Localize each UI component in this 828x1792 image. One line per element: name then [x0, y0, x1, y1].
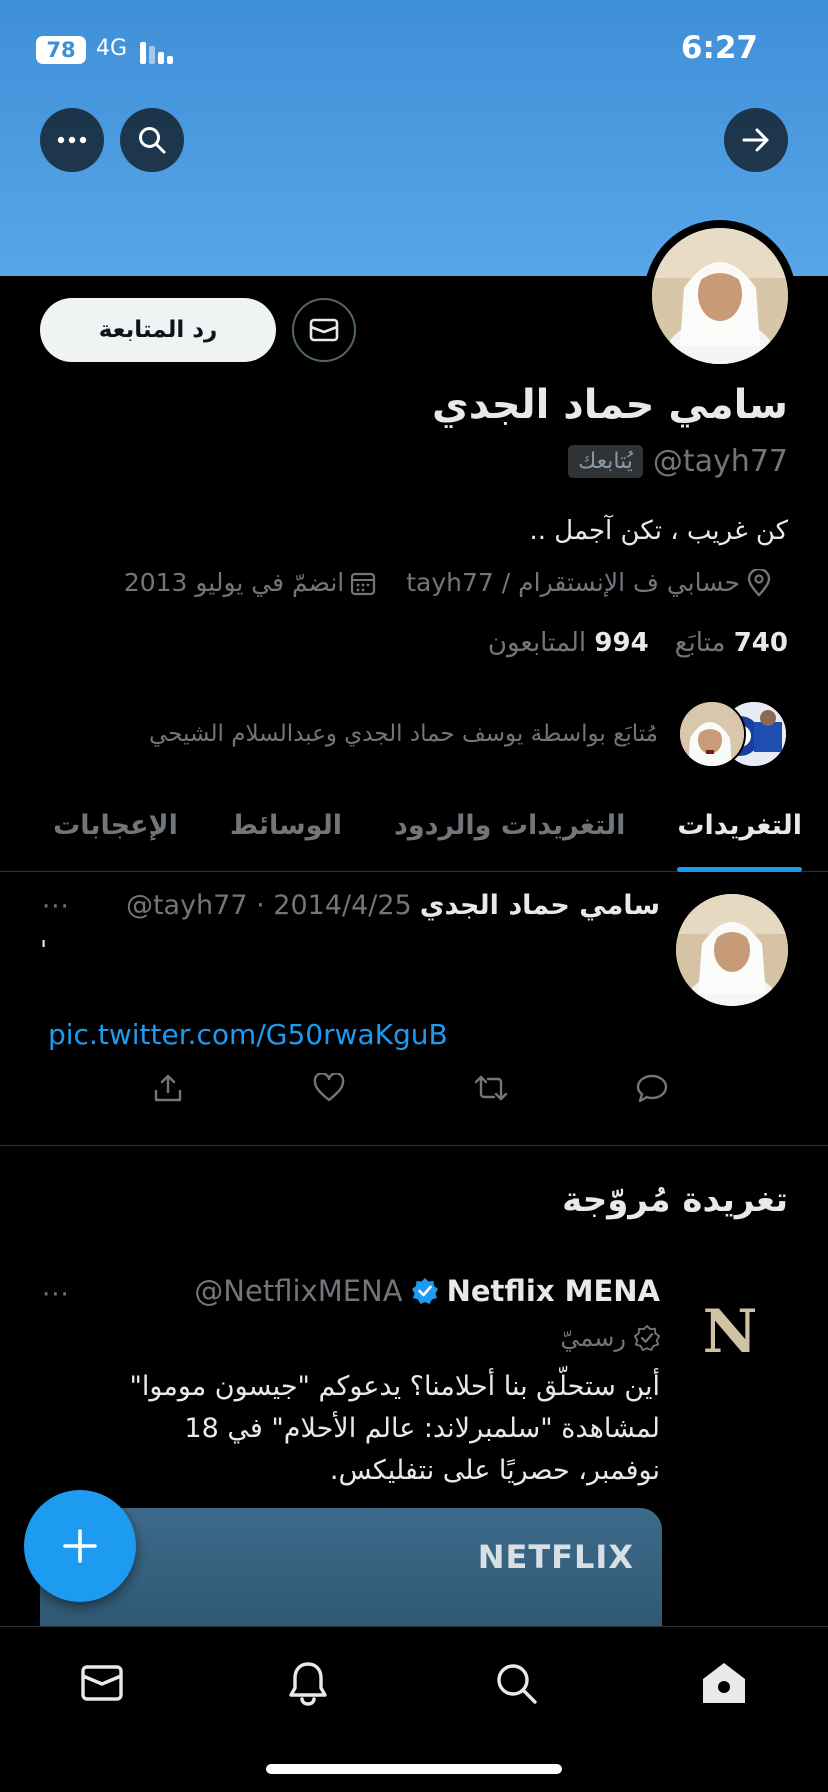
official-label: رسميّ	[560, 1324, 660, 1352]
tweet-actions	[150, 1070, 670, 1106]
envelope-icon	[81, 1665, 123, 1701]
more-options-button[interactable]	[40, 108, 104, 172]
official-badge-icon	[634, 1325, 660, 1351]
home-indicator	[266, 1764, 562, 1774]
tab-tweets[interactable]: التغريدات	[651, 780, 828, 872]
bell-icon	[289, 1662, 327, 1706]
nav-messages[interactable]	[76, 1657, 128, 1709]
profile-handle: @tayh77	[652, 444, 788, 479]
profile-name: سامي حماد الجدي	[432, 382, 788, 428]
promoted-text: أين ستحلّق بنا أحلامنا؟ يدعوكم "جيسون مو…	[129, 1371, 660, 1486]
retweet-button[interactable]	[473, 1070, 509, 1106]
promoted-section-title: تغريدة مُروّجة	[562, 1180, 788, 1220]
like-button[interactable]	[311, 1070, 347, 1106]
arrow-right-icon	[742, 128, 769, 152]
follows-you-badge: يُتابعك	[568, 445, 643, 478]
status-bar: 78 4G 6:27	[0, 0, 828, 100]
avatar	[678, 700, 746, 768]
tweet-avatar[interactable]	[676, 894, 788, 1006]
tweet-header: سامي حماد الجدي @tayh77 · 2014/4/25	[126, 890, 660, 921]
promoted-media-card[interactable]: NETFLIX	[40, 1508, 662, 1628]
envelope-icon	[309, 318, 339, 342]
more-icon	[57, 136, 87, 144]
promoted-author[interactable]: Netflix MENA	[447, 1274, 660, 1308]
followed-by-row[interactable]: مُتابَع بواسطة يوسف حماد الجدي وعبدالسلا…	[149, 700, 788, 768]
handle-row: يُتابعك @tayh77	[568, 444, 788, 479]
location-item: حسابي ف الإنستقرام / tayh77	[406, 568, 772, 597]
promoted-more-button[interactable]: ···	[42, 1280, 70, 1310]
avatar	[652, 228, 788, 364]
profile-avatar[interactable]	[644, 220, 796, 372]
official-text: رسميّ	[560, 1324, 626, 1352]
battery-indicator: 78	[36, 36, 86, 64]
tweet-meta: @tayh77 · 2014/4/25	[125, 890, 412, 921]
followed-by-avatars	[676, 700, 788, 768]
back-button[interactable]	[724, 108, 788, 172]
message-button[interactable]	[292, 298, 356, 362]
follow-stats: 740 متابَع 994 المتابعون	[488, 628, 788, 658]
followers-count: 994	[594, 628, 649, 658]
network-type: 4G	[96, 36, 128, 61]
promoted-header: Netflix MENA @NetflixMENA	[194, 1274, 660, 1308]
search-button[interactable]	[120, 108, 184, 172]
tab-tweets-and-replies[interactable]: التغريدات والردود	[368, 780, 651, 872]
tab-likes[interactable]: الإعجابات	[27, 780, 204, 872]
location-pin-icon	[747, 568, 771, 597]
verified-badge-icon	[411, 1278, 438, 1304]
following-label: متابَع	[674, 628, 726, 658]
following-stat[interactable]: 740 متابَع	[675, 628, 788, 658]
netflix-logo[interactable]: N	[700, 1300, 760, 1364]
tweet-author[interactable]: سامي حماد الجدي	[420, 890, 660, 921]
reply-icon	[636, 1074, 668, 1103]
followers-stat[interactable]: 994 المتابعون	[488, 628, 649, 658]
heart-icon	[313, 1073, 345, 1102]
search-icon	[139, 127, 166, 154]
search-icon	[497, 1664, 537, 1704]
promoted-handle: @NetflixMENA	[194, 1274, 403, 1308]
clock: 6:27	[680, 30, 758, 66]
tweet-link[interactable]: pic.twitter.com/G50rwaKguB	[48, 1018, 448, 1051]
calendar-icon	[351, 572, 376, 595]
profile-bio: كن غريب ، تكن آجمل ..	[529, 516, 788, 546]
tab-media[interactable]: الوسائط	[204, 780, 368, 872]
signal-icon	[140, 40, 178, 64]
card-brand-logo: NETFLIX	[477, 1538, 634, 1576]
location-text: حسابي ف الإنستقرام / tayh77	[406, 568, 740, 597]
tweet-more-button[interactable]: ···	[42, 892, 70, 922]
home-icon	[703, 1663, 745, 1703]
profile-meta: حسابي ف الإنستقرام / tayh77 انضمّ في يول…	[124, 568, 772, 597]
joined-item: انضمّ في يوليو 2013	[124, 568, 376, 597]
follow-back-button[interactable]: رد المتابعة	[40, 298, 276, 362]
nav-search[interactable]	[490, 1657, 542, 1709]
share-button[interactable]	[150, 1070, 186, 1106]
compose-tweet-button[interactable]	[24, 1490, 136, 1602]
nav-notifications[interactable]	[282, 1657, 334, 1709]
following-count: 740	[733, 628, 788, 658]
profile-tabs: التغريدات التغريدات والردود الوسائط الإع…	[0, 780, 828, 872]
followers-label: المتابعون	[487, 628, 587, 658]
tweet-text: '	[40, 936, 48, 966]
retweet-icon	[474, 1075, 507, 1101]
followed-by-text: مُتابَع بواسطة يوسف حماد الجدي وعبدالسلا…	[149, 721, 658, 747]
share-icon	[154, 1074, 182, 1102]
joined-text: انضمّ في يوليو 2013	[123, 568, 345, 597]
divider	[0, 1145, 828, 1146]
reply-button[interactable]	[634, 1070, 670, 1106]
nav-home[interactable]	[698, 1657, 750, 1709]
plus-icon	[63, 1529, 97, 1563]
